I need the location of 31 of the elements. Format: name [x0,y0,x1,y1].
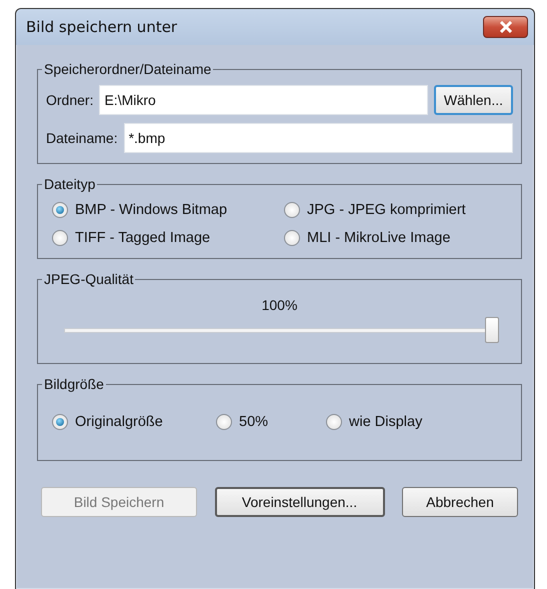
input-field[interactable]: E:\Mikro [99,85,428,115]
window-title: Bild speichern unter [26,18,178,36]
radio-label: wie Display [349,414,422,430]
radio-label: 50% [239,414,268,430]
radio-button[interactable] [284,202,300,218]
radio-label: TIFF - Tagged Image [75,230,210,246]
radio-button[interactable] [52,414,68,430]
slider-thumb[interactable] [485,317,499,343]
group-title: Dateityp [43,176,96,192]
field-label: Dateiname: [46,130,118,146]
dialog-button[interactable]: Abbrechen [402,487,518,517]
field-label: Ordner: [46,92,94,108]
radio-button[interactable] [216,414,232,430]
radio-button[interactable] [326,414,342,430]
group-title: Bildgröße [43,376,105,392]
slider-track[interactable] [64,317,499,343]
input-field[interactable]: *.bmp [124,123,513,153]
dialog-button[interactable]: Voreinstellungen... [214,487,384,517]
radio-button[interactable] [52,230,68,246]
choose-button[interactable]: Wählen... [434,85,513,115]
close-button[interactable] [483,16,528,38]
radio-label: BMP - Windows Bitmap [75,202,228,218]
radio-label: Originalgröße [75,414,163,430]
group-title: JPEG-Qualität [43,271,134,287]
radio-label: JPG - JPEG komprimiert [307,202,466,218]
close-icon [498,21,512,33]
quality-reading: 100% [260,297,298,313]
radio-button[interactable] [284,230,300,246]
group-title: Speicherordner/Dateiname [43,61,212,77]
radio-label: MLI - MikroLive Image [307,230,450,246]
radio-button[interactable] [52,202,68,218]
